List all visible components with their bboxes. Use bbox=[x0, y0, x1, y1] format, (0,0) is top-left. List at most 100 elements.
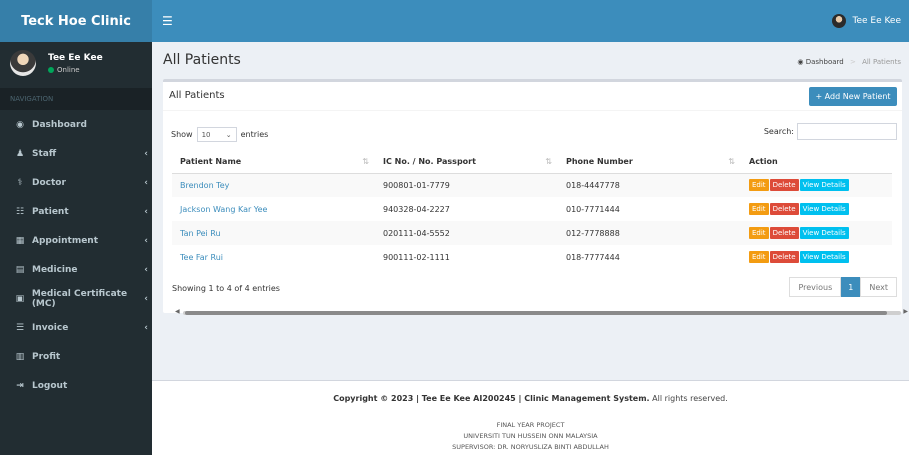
delete-button[interactable]: Delete bbox=[769, 227, 799, 239]
search-box: Search: bbox=[764, 123, 897, 140]
sidebar-item-label: Staff bbox=[32, 148, 57, 159]
delete-button[interactable]: Delete bbox=[769, 251, 799, 263]
column-header-label: Patient Name bbox=[180, 156, 242, 166]
patient-name-link[interactable]: Tan Pei Ru bbox=[172, 221, 375, 245]
brand-logo[interactable]: Teck Hoe Clinic bbox=[0, 0, 152, 42]
column-header[interactable]: Action bbox=[741, 150, 892, 174]
search-label: Search: bbox=[763, 127, 794, 136]
column-header-label: Action bbox=[749, 156, 778, 166]
invoice-icon: ☰ bbox=[15, 322, 25, 333]
sidebar-item-label: Dashboard bbox=[32, 119, 87, 130]
scroll-right-icon[interactable]: ▶ bbox=[903, 308, 908, 315]
sidebar: Tee Ee Kee Online NAVIGATION ◉ Dashboard ♟… bbox=[0, 42, 152, 455]
phone-number: 010-7771444 bbox=[566, 204, 620, 214]
sidebar-item-label: Patient bbox=[32, 206, 69, 217]
chevron-left-icon: ‹ bbox=[144, 264, 148, 275]
sidebar-menu: ◉ Dashboard ♟ Staff ‹ ⚕ Doctor ‹ ☷ Patient ‹ ▦ Appoi… bbox=[0, 110, 152, 400]
user-avatar-icon bbox=[832, 14, 847, 28]
top-user-name: Tee Ee Kee bbox=[852, 16, 901, 26]
column-header[interactable]: Phone Number ⇅ bbox=[558, 150, 741, 174]
column-header[interactable]: IC No. / No. Passport ⇅ bbox=[375, 150, 558, 174]
patient-name-link[interactable]: Jackson Wang Kar Yee bbox=[172, 197, 375, 221]
copyright-main: Copyright © 2023 | Tee Ee Kee AI200245 |… bbox=[333, 394, 650, 403]
table-header-row: Patient Name ⇅ IC No. / No. Passport ⇅ Phone… bbox=[172, 150, 892, 174]
chevron-left-icon: ‹ bbox=[144, 206, 148, 217]
project-info: FINAL YEAR PROJECT UNIVERSITI TUN HUSSEI… bbox=[152, 420, 909, 453]
ic-number: 900801-01-7779 bbox=[375, 173, 558, 197]
add-new-patient-button[interactable]: + Add New Patient bbox=[809, 87, 897, 106]
view-details-button[interactable]: View Details bbox=[799, 203, 849, 215]
table-row: Tan Pei Ru 020111-04-5552 012-7778888 Edit D… bbox=[172, 221, 892, 245]
breadcrumb-home[interactable]: ◉ Dashboard bbox=[797, 58, 846, 66]
doctor-icon: ⚕ bbox=[17, 177, 23, 188]
sidebar-item-patient[interactable]: ☷ Patient ‹ bbox=[0, 197, 152, 226]
edit-button[interactable]: Edit bbox=[749, 179, 769, 192]
edit-button[interactable]: Edit bbox=[749, 203, 769, 215]
sort-icon: ⇅ bbox=[728, 156, 735, 166]
show-label: Show bbox=[171, 130, 193, 139]
patient-icon: ☷ bbox=[15, 206, 25, 217]
sidebar-item-appointment[interactable]: ▦ Appointment ‹ bbox=[0, 226, 152, 255]
sidebar-item-dashboard[interactable]: ◉ Dashboard bbox=[0, 110, 152, 139]
sidebar-item-label: Invoice bbox=[32, 322, 69, 333]
scroll-left-icon[interactable]: ◀ bbox=[175, 308, 180, 315]
status-badge: Online bbox=[48, 66, 103, 74]
sidebar-item-profit[interactable]: ▥ Profit bbox=[0, 342, 152, 371]
phone-number: 018-7777444 bbox=[566, 252, 620, 262]
chevron-left-icon: ‹ bbox=[144, 177, 148, 188]
ic-number: 900111-02-1111 bbox=[383, 252, 450, 262]
patient-name-link[interactable]: Brendon Tey bbox=[172, 173, 375, 197]
sidebar-item-label: Appointment bbox=[32, 235, 99, 246]
project-line-2: UNIVERSITI TUN HUSSEIN ONN MALAYSIA bbox=[463, 432, 598, 440]
table-body: Brendon Tey 900801-01-7779 018-4447778 Edit… bbox=[172, 173, 892, 269]
chevron-left-icon: ‹ bbox=[144, 148, 148, 159]
ic-number: 940328-04-2227 bbox=[383, 204, 450, 214]
breadcrumb-home-label: Dashboard bbox=[805, 58, 844, 66]
phone-number: 018-4447778 bbox=[558, 173, 741, 197]
sidebar-item-medicine[interactable]: ▤ Medicine ‹ bbox=[0, 255, 152, 284]
patients-box: All Patients + Add New Patient Show 10 ⌄… bbox=[163, 79, 908, 315]
certificate-icon: ▣ bbox=[15, 293, 25, 304]
edit-button[interactable]: Edit bbox=[749, 227, 769, 239]
project-line-1: FINAL YEAR PROJECT bbox=[496, 421, 565, 429]
sidebar-item-medical-certificate-mc[interactable]: ▣ Medical Certificate (MC) ‹ bbox=[0, 284, 152, 313]
next-page-button[interactable]: Next bbox=[860, 277, 897, 297]
view-details-button[interactable]: View Details bbox=[799, 179, 849, 192]
status-text: Online bbox=[57, 65, 80, 74]
sidebar-item-doctor[interactable]: ⚕ Doctor ‹ bbox=[0, 168, 152, 197]
patient-name-link[interactable]: Tee Far Rui bbox=[172, 245, 375, 269]
delete-button[interactable]: Delete bbox=[769, 203, 799, 215]
sidebar-item-staff[interactable]: ♟ Staff ‹ bbox=[0, 139, 152, 168]
view-details-button[interactable]: View Details bbox=[799, 251, 849, 263]
project-line-3: SUPERVISOR: DR. NORYUSLIZA BINTI ABDULLA… bbox=[452, 443, 609, 451]
profit-icon: ▥ bbox=[15, 351, 25, 362]
calendar-icon: ▦ bbox=[15, 235, 25, 246]
breadcrumb-separator: > bbox=[849, 58, 856, 66]
previous-page-button[interactable]: Previous bbox=[789, 277, 842, 297]
action-cell: Edit Delete View Details bbox=[741, 173, 892, 197]
column-header[interactable]: Patient Name ⇅ bbox=[172, 150, 375, 174]
view-details-button[interactable]: View Details bbox=[799, 227, 849, 239]
entries-label: entries bbox=[240, 130, 269, 139]
delete-button[interactable]: Delete bbox=[769, 179, 799, 192]
search-input[interactable] bbox=[797, 123, 897, 140]
scrollbar-thumb[interactable] bbox=[185, 311, 887, 315]
sidebar-item-label: Logout bbox=[32, 380, 68, 391]
phone-number: 012-7778888 bbox=[558, 221, 741, 245]
copyright: Copyright © 2023 | Tee Ee Kee AI200245 |… bbox=[152, 394, 909, 403]
sort-icon: ⇅ bbox=[545, 156, 552, 166]
edit-button[interactable]: Edit bbox=[749, 251, 769, 263]
chevron-left-icon: ‹ bbox=[144, 235, 148, 246]
action-cell: Edit Delete View Details bbox=[741, 197, 892, 221]
logout-icon: ⇥ bbox=[16, 380, 24, 391]
entries-select[interactable]: 10 ⌄ bbox=[196, 127, 237, 142]
box-divider bbox=[163, 110, 902, 111]
top-user-menu[interactable]: Tee Ee Kee bbox=[832, 0, 901, 42]
menu-toggle-icon[interactable]: ☰ bbox=[162, 14, 173, 28]
horizontal-scrollbar[interactable]: ◀ ▶ bbox=[175, 308, 908, 316]
staff-icon: ♟ bbox=[15, 148, 25, 159]
chevron-left-icon: ‹ bbox=[144, 322, 148, 333]
sidebar-item-invoice[interactable]: ☰ Invoice ‹ bbox=[0, 313, 152, 342]
page-1-button[interactable]: 1 bbox=[841, 277, 861, 297]
sidebar-item-logout[interactable]: ⇥ Logout bbox=[0, 371, 152, 400]
